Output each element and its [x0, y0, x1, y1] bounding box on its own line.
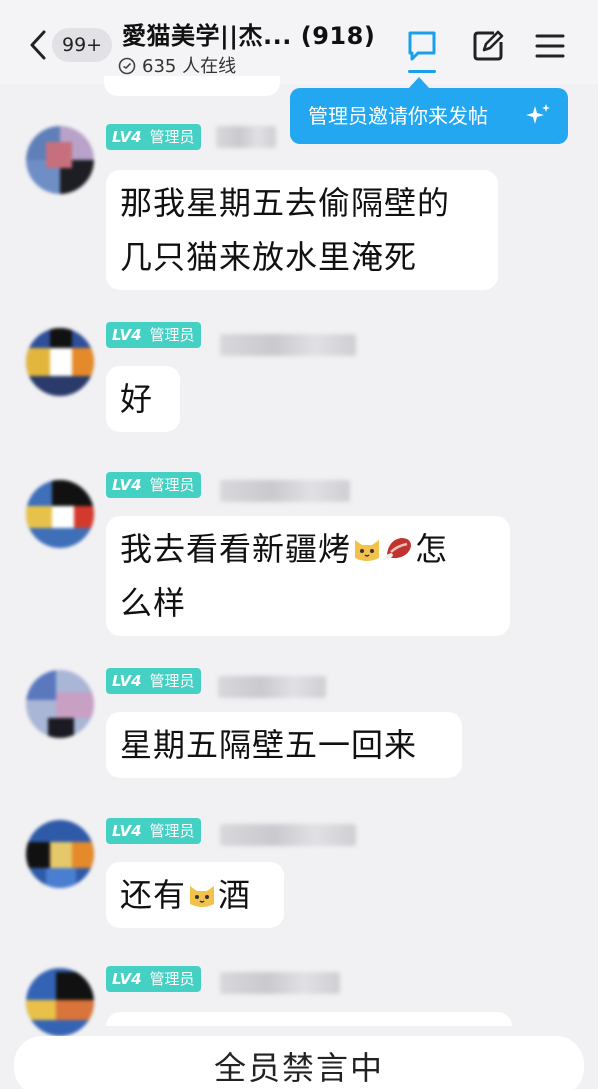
- level-badge: LV4 管理员: [106, 472, 201, 498]
- role-text: 管理员: [149, 326, 195, 344]
- level-text: LV4: [112, 476, 142, 494]
- chat-bubble-icon[interactable]: [404, 28, 440, 64]
- role-text: 管理员: [149, 476, 195, 494]
- chat-header: 99+ 愛猫美学||杰... (918) 635 人在线: [0, 0, 598, 84]
- cat-face-emoji-icon: [351, 526, 383, 561]
- meat-emoji-icon: [383, 526, 415, 559]
- nickname-blurred[interactable]: [216, 126, 276, 148]
- previous-message-bubble: [104, 76, 280, 96]
- avatar[interactable]: [26, 480, 94, 548]
- level-badge: LV4 管理员: [106, 818, 201, 844]
- member-count: (918): [300, 22, 376, 50]
- message-bubble[interactable]: 好: [106, 366, 180, 432]
- unread-count-badge[interactable]: 99+: [52, 28, 113, 62]
- level-badge: LV4 管理员: [106, 124, 201, 150]
- level-text: LV4: [112, 128, 142, 146]
- message-text: 我去看看新疆烤: [120, 530, 352, 568]
- message-bubble[interactable]: 还有 酒: [106, 862, 284, 928]
- avatar[interactable]: [26, 328, 94, 396]
- avatar[interactable]: [26, 820, 94, 888]
- level-badge: LV4 管理员: [106, 322, 201, 348]
- nickname-blurred[interactable]: [220, 334, 356, 356]
- muted-input-bar: 全员禁言中: [14, 1036, 584, 1089]
- avatar[interactable]: [26, 968, 94, 1036]
- nickname-blurred[interactable]: [220, 480, 350, 502]
- level-badge: LV4 管理员: [106, 966, 201, 992]
- cat-face-emoji-icon: [186, 872, 218, 907]
- message-bubble[interactable]: 星期五隔壁五一回来: [106, 712, 462, 778]
- role-text: 管理员: [149, 822, 195, 840]
- role-text: 管理员: [149, 970, 195, 988]
- sparkle-icon: [526, 104, 550, 124]
- message-line: 我去看看新疆烤 怎: [120, 522, 496, 576]
- level-text: LV4: [112, 970, 142, 988]
- mute-status-text: 全员禁言中: [213, 1049, 384, 1087]
- level-badge: LV4 管理员: [106, 668, 201, 694]
- message-bubble[interactable]: 我去看看新疆烤 怎 么样: [106, 516, 510, 636]
- group-name: 愛猫美学||杰...: [122, 22, 292, 50]
- message-text: 还有: [120, 876, 187, 914]
- role-text: 管理员: [149, 128, 195, 146]
- online-count: 635 人在线: [142, 56, 237, 77]
- message-bubble[interactable]: 那我星期五去偷隔壁的 几只猫来放水里淹死: [106, 170, 498, 290]
- message-text: 酒: [218, 876, 252, 914]
- message-line: 那我星期五去偷隔壁的: [120, 184, 451, 222]
- post-invite-tooltip[interactable]: 管理员邀请你来发帖: [290, 77, 568, 144]
- level-text: LV4: [112, 822, 142, 840]
- online-status: 635 人在线: [118, 52, 236, 78]
- group-title[interactable]: 愛猫美学||杰... (918): [122, 16, 375, 51]
- avatar[interactable]: [26, 126, 94, 194]
- message-line: 好: [120, 380, 154, 418]
- level-text: LV4: [112, 326, 142, 344]
- tooltip-text: 管理员邀请你来发帖: [308, 104, 488, 128]
- role-text: 管理员: [149, 672, 195, 690]
- active-tab-indicator: [408, 70, 436, 73]
- message-text: 怎: [415, 530, 449, 568]
- message-line: 么样: [120, 584, 187, 622]
- avatar[interactable]: [26, 670, 94, 738]
- back-arrow-icon[interactable]: [26, 28, 50, 62]
- nickname-blurred[interactable]: [218, 676, 326, 698]
- nickname-blurred[interactable]: [220, 972, 340, 994]
- menu-icon[interactable]: [532, 28, 568, 64]
- online-check-icon: [118, 57, 136, 75]
- message-line: 星期五隔壁五一回来: [120, 726, 418, 764]
- message-bubble[interactable]: [106, 1012, 512, 1026]
- level-text: LV4: [112, 672, 142, 690]
- nickname-blurred[interactable]: [220, 824, 356, 846]
- message-line: 还有 酒: [120, 868, 270, 922]
- compose-post-icon[interactable]: [470, 28, 506, 64]
- message-line: 几只猫来放水里淹死: [120, 238, 418, 276]
